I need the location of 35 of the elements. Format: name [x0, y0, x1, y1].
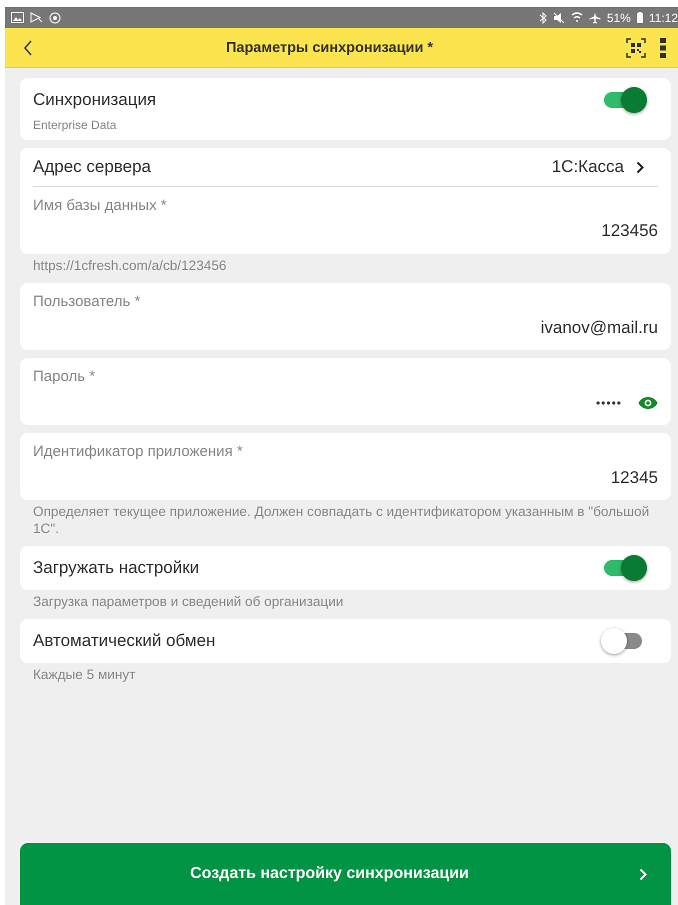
chevron-right-icon [639, 868, 647, 880]
wifi-icon [570, 12, 583, 23]
image-icon [11, 12, 24, 23]
password-field[interactable]: ••••• [596, 396, 622, 410]
hint-text: Загрузка параметров и сведений об организации [32, 594, 344, 611]
setting-label: Загружать настройки [33, 558, 200, 578]
setting-label: Автоматический обмен [33, 631, 216, 652]
eye-icon[interactable] [638, 396, 658, 410]
airplane-icon [588, 12, 601, 24]
server-select[interactable]: 1С:Касса [552, 157, 644, 177]
screen-title: Параметры синхронизации * [224, 40, 434, 56]
input-field[interactable]: ivanov@mail.ru [540, 318, 658, 338]
battery-percent: 51% [606, 10, 631, 24]
play-icon [30, 12, 43, 23]
hint-text: Определяет текущее приложение. Должен совпадать с идентификатором указанным в "большой 1С". [32, 504, 650, 538]
bluetooth-icon [538, 12, 547, 24]
menu-icon [660, 38, 666, 58]
field-label: Пользователь * [33, 292, 142, 310]
chevron-right-icon [636, 160, 644, 174]
create-sync-button[interactable]: Создать настройку синхронизации [20, 843, 671, 905]
hint-text: https://1cfresh.com/a/cb/123456 [32, 258, 228, 275]
battery-icon [636, 12, 643, 23]
clock-time: 11:12 [648, 10, 678, 24]
field-label: Пароль * [33, 367, 96, 386]
setting-sublabel: Enterprise Data [33, 117, 118, 134]
server-label: Адрес сервера [33, 157, 152, 177]
setting-label: Синхронизация [33, 90, 156, 110]
input-field[interactable]: 123456 [601, 221, 658, 241]
input-field[interactable]: 12345 [610, 468, 658, 488]
chevron-left-icon [23, 40, 33, 56]
field-label: Имя базы данных * [33, 196, 168, 214]
qr-code-icon [626, 38, 646, 58]
hint-text: Каждые 5 минут [32, 667, 136, 684]
field-label: Идентификатор приложения * [33, 442, 244, 460]
mute-icon [552, 12, 565, 24]
